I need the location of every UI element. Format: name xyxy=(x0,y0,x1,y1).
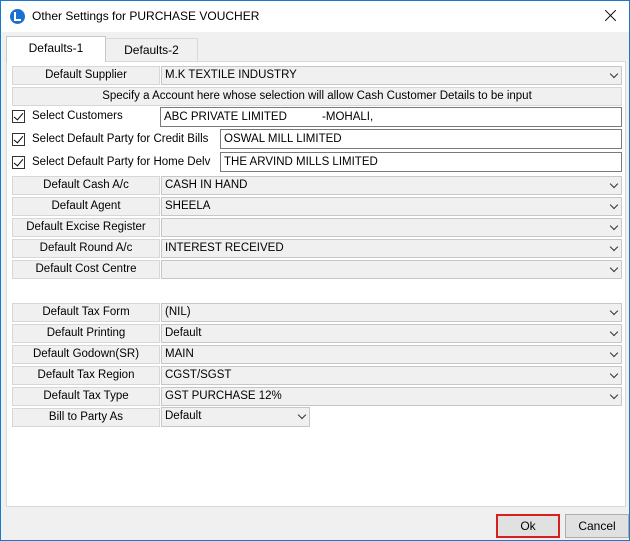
default-cash-ac-value: CASH IN HAND xyxy=(165,179,248,191)
default-printing-label: Default Printing xyxy=(12,324,160,343)
chevron-down-icon xyxy=(610,309,618,317)
tab-panel xyxy=(6,61,626,507)
home-delv-party-checkbox[interactable] xyxy=(12,156,25,169)
default-tax-form-label: Default Tax Form xyxy=(12,303,160,322)
default-supplier-value: M.K TEXTILE INDUSTRY xyxy=(165,69,297,81)
default-agent-label: Default Agent xyxy=(12,197,160,216)
default-tax-region-dropdown[interactable]: CGST/SGST xyxy=(161,366,622,385)
window-title: Other Settings for PURCHASE VOUCHER xyxy=(32,9,260,23)
default-supplier-label: Default Supplier xyxy=(12,66,160,85)
default-printing-value: Default xyxy=(165,327,202,339)
chevron-down-icon xyxy=(610,72,618,80)
bill-to-party-dropdown[interactable]: Default xyxy=(161,407,310,427)
default-excise-register-dropdown[interactable] xyxy=(161,218,622,237)
default-tax-type-value: GST PURCHASE 12% xyxy=(165,390,282,402)
chevron-down-icon xyxy=(610,372,618,380)
bill-to-party-value: Default xyxy=(165,410,202,422)
default-round-ac-label: Default Round A/c xyxy=(12,239,160,258)
default-cash-ac-label: Default Cash A/c xyxy=(12,176,160,195)
default-tax-form-dropdown[interactable]: (NIL) xyxy=(161,303,622,322)
default-tax-type-label: Default Tax Type xyxy=(12,387,160,406)
default-round-ac-dropdown[interactable]: INTEREST RECEIVED xyxy=(161,239,622,258)
default-tax-region-label: Default Tax Region xyxy=(12,366,160,385)
chevron-down-icon xyxy=(610,203,618,211)
credit-bills-party-label: Select Default Party for Credit Bills xyxy=(32,133,209,145)
home-delv-party-row[interactable]: Select Default Party for Home Delv xyxy=(12,153,212,173)
home-delv-party-field[interactable]: THE ARVIND MILLS LIMITED xyxy=(220,152,622,172)
chevron-down-icon xyxy=(610,224,618,232)
default-cost-centre-label: Default Cost Centre xyxy=(12,260,160,279)
tab-defaults-1[interactable]: Defaults-1 xyxy=(6,36,106,62)
default-godown-dropdown[interactable]: MAIN xyxy=(161,345,622,364)
ok-button[interactable]: Ok xyxy=(496,514,560,538)
default-agent-dropdown[interactable]: SHEELA xyxy=(161,197,622,216)
select-customers-label: Select Customers xyxy=(32,110,123,122)
default-tax-form-value: (NIL) xyxy=(165,306,191,318)
home-delv-party-label: Select Default Party for Home Delv xyxy=(32,156,211,168)
default-round-ac-value: INTEREST RECEIVED xyxy=(165,242,284,254)
close-icon[interactable] xyxy=(601,6,621,26)
bill-to-party-label: Bill to Party As xyxy=(12,408,160,427)
default-godown-value: MAIN xyxy=(165,348,194,360)
chevron-down-icon xyxy=(610,393,618,401)
chevron-down-icon xyxy=(610,330,618,338)
chevron-down-icon xyxy=(298,413,306,421)
default-cash-ac-dropdown[interactable]: CASH IN HAND xyxy=(161,176,622,195)
default-godown-label: Default Godown(SR) xyxy=(12,345,160,364)
default-tax-region-value: CGST/SGST xyxy=(165,369,232,381)
default-agent-value: SHEELA xyxy=(165,200,211,212)
default-cost-centre-dropdown[interactable] xyxy=(161,260,622,279)
settings-dialog: Other Settings for PURCHASE VOUCHER Defa… xyxy=(0,0,630,541)
info-text: Specify a Account here whose selection w… xyxy=(12,87,622,106)
select-customers-checkbox[interactable] xyxy=(12,110,25,123)
app-icon xyxy=(10,9,25,24)
chevron-down-icon xyxy=(610,266,618,274)
default-excise-register-label: Default Excise Register xyxy=(12,218,160,237)
select-customers-row[interactable]: Select Customers xyxy=(12,107,162,127)
default-supplier-dropdown[interactable]: M.K TEXTILE INDUSTRY xyxy=(161,66,622,85)
default-tax-type-dropdown[interactable]: GST PURCHASE 12% xyxy=(161,387,622,406)
credit-bills-party-row[interactable]: Select Default Party for Credit Bills xyxy=(12,130,212,150)
cancel-button[interactable]: Cancel xyxy=(565,514,629,538)
tab-defaults-2[interactable]: Defaults-2 xyxy=(105,38,198,62)
title-bar: Other Settings for PURCHASE VOUCHER xyxy=(1,1,629,32)
credit-bills-party-checkbox[interactable] xyxy=(12,133,25,146)
chevron-down-icon xyxy=(610,245,618,253)
credit-bills-party-field[interactable]: OSWAL MILL LIMITED xyxy=(220,129,622,149)
select-customers-field[interactable]: ABC PRIVATE LIMITED -MOHALI, xyxy=(160,107,622,127)
chevron-down-icon xyxy=(610,351,618,359)
chevron-down-icon xyxy=(610,182,618,190)
default-printing-dropdown[interactable]: Default xyxy=(161,324,622,343)
